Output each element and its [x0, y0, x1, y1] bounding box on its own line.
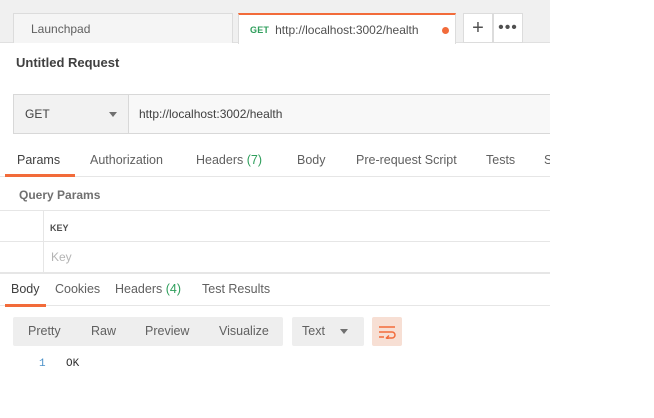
headers-count: (7)	[246, 153, 263, 167]
table-row	[0, 241, 550, 273]
response-view-switcher: Pretty Raw Preview Visualize	[13, 317, 283, 346]
response-tab-cookies-label: Cookies	[55, 282, 101, 296]
view-preview-button[interactable]: Preview	[145, 324, 189, 338]
response-body-text: OK	[66, 358, 80, 370]
new-tab-button[interactable]: +	[463, 13, 493, 43]
tab-tests-label: Tests	[486, 153, 516, 167]
tab-headers-label: Headers	[196, 153, 244, 167]
key-column-header: KEY	[50, 223, 69, 233]
url-bar: GET	[13, 94, 550, 134]
response-headers-count: (4)	[165, 282, 182, 296]
plus-icon: +	[472, 17, 484, 39]
response-tabs: Body Cookies Headers (4) Test Results	[0, 273, 550, 307]
column-divider	[43, 210, 44, 273]
key-input[interactable]	[45, 245, 245, 269]
active-tab-indicator	[5, 174, 75, 177]
tab-pre-request-script[interactable]: Pre-request Script	[356, 153, 457, 167]
view-raw-button[interactable]: Raw	[91, 324, 116, 338]
request-tabs: Params Authorization Headers (7) Body Pr…	[0, 147, 550, 177]
more-icon: •••	[498, 19, 518, 36]
tab-pre-request-script-label: Pre-request Script	[356, 153, 457, 167]
method-select[interactable]: GET	[14, 95, 129, 133]
response-body-editor[interactable]: 1 OK	[0, 356, 550, 396]
response-tab-test-results[interactable]: Test Results	[202, 282, 270, 296]
tab-params-label: Params	[17, 153, 61, 167]
line-number: 1	[39, 358, 46, 370]
tab-authorization[interactable]: Authorization	[90, 153, 163, 167]
response-tab-body[interactable]: Body	[11, 282, 40, 296]
tab-body[interactable]: Body	[297, 153, 326, 167]
tab-options-button[interactable]: •••	[493, 13, 523, 43]
response-tab-cookies[interactable]: Cookies	[55, 282, 100, 296]
tab-headers[interactable]: Headers (7)	[196, 153, 262, 167]
tab-launchpad[interactable]: Launchpad	[13, 13, 233, 43]
view-visualize-button[interactable]: Visualize	[219, 324, 269, 338]
response-tab-test-results-label: Test Results	[202, 282, 271, 296]
unsaved-changes-dot	[442, 27, 449, 34]
response-format-value: Text	[302, 324, 325, 338]
tab-active-request[interactable]: GET http://localhost:3002/health	[238, 13, 456, 44]
tab-method-badge: GET	[250, 24, 270, 35]
wrap-lines-icon	[379, 325, 396, 339]
request-title[interactable]: Untitled Request	[16, 55, 119, 70]
tab-launchpad-label: Launchpad	[31, 21, 91, 36]
chevron-down-icon	[340, 329, 348, 334]
wrap-lines-button[interactable]	[372, 317, 402, 346]
view-pretty-button[interactable]: Pretty	[28, 324, 61, 338]
tab-tests[interactable]: Tests	[486, 153, 515, 167]
table-header-row: KEY	[0, 210, 550, 242]
response-tab-body-label: Body	[11, 282, 40, 296]
request-tab-strip: Launchpad GET http://localhost:3002/heal…	[0, 0, 550, 44]
tab-params[interactable]: Params	[17, 153, 60, 167]
query-params-heading: Query Params	[19, 188, 101, 202]
tab-body-label: Body	[297, 153, 326, 167]
chevron-down-icon	[109, 112, 117, 117]
postman-window: Launchpad GET http://localhost:3002/heal…	[0, 0, 550, 418]
url-input[interactable]	[129, 95, 550, 133]
response-tab-headers[interactable]: Headers (4)	[115, 282, 181, 296]
response-format-select[interactable]: Text	[292, 317, 364, 346]
tab-authorization-label: Authorization	[90, 153, 163, 167]
response-tab-headers-label: Headers	[115, 282, 163, 296]
empty-area	[550, 0, 654, 418]
query-params-table: KEY	[0, 210, 550, 273]
method-select-value: GET	[25, 107, 50, 121]
active-response-tab-indicator	[5, 304, 46, 307]
tab-url-label: http://localhost:3002/health	[275, 22, 419, 37]
